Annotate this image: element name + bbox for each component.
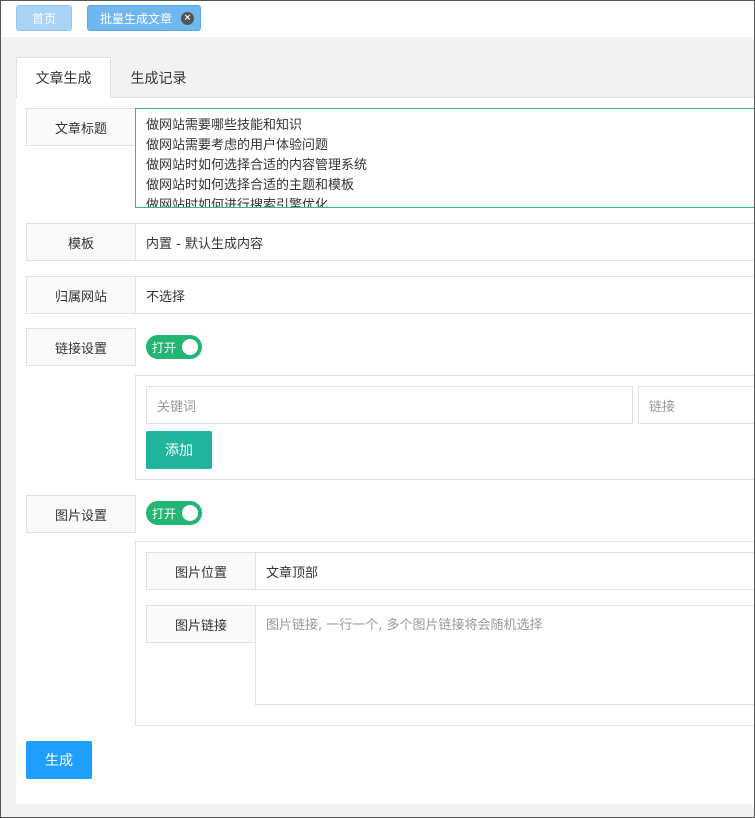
tab-batch-generate-label: 批量生成文章	[99, 11, 172, 26]
main-panel: 文章生成 生成记录 文章标题 做网站需要哪些技能和知识 做网站需要考虑的用户体验…	[16, 56, 754, 804]
template-label-text: 模板	[67, 236, 94, 252]
tab-home-label: 首页	[31, 11, 56, 26]
image-toggle-label: 打开	[152, 506, 177, 521]
keyword-input[interactable]: 关键词	[146, 386, 633, 424]
image-link-textarea[interactable]: 图片链接, 一行一个, 多个图片链接将会随机选择	[255, 605, 754, 705]
title-line: 做网站需要哪些技能和知识	[146, 118, 303, 133]
close-icon[interactable]: ×	[181, 12, 194, 25]
image-settings-panel: 图片位置 文章顶部 图片链接 图片链接, 一行一个, 多个图片链接将会随机选择	[135, 541, 754, 726]
top-tab-bar: 首页 批量生成文章 ×	[1, 1, 754, 37]
link-input[interactable]: 链接	[638, 386, 754, 424]
title-label: 文章标题	[26, 108, 136, 146]
link-settings-label: 链接设置	[26, 328, 136, 366]
tab-generate[interactable]: 文章生成	[16, 57, 111, 98]
link-settings-label-text: 链接设置	[54, 341, 107, 357]
tab-home[interactable]: 首页	[16, 5, 72, 31]
keyword-input-placeholder: 关键词	[157, 399, 197, 415]
add-link-button[interactable]: 添加	[146, 431, 212, 469]
site-label: 归属网站	[26, 276, 136, 314]
tab-divider	[111, 97, 754, 98]
link-toggle-label: 打开	[152, 340, 177, 355]
image-link-placeholder: 图片链接, 一行一个, 多个图片链接将会随机选择	[266, 618, 543, 633]
image-link-label: 图片链接	[146, 605, 256, 643]
generate-button-label: 生成	[45, 753, 73, 769]
site-select-value: 不选择	[146, 289, 186, 305]
image-toggle[interactable]: 打开	[146, 501, 202, 525]
image-position-value: 文章顶部	[266, 565, 319, 581]
link-settings-panel: 关键词 链接 添加	[135, 375, 754, 480]
site-label-text: 归属网站	[54, 289, 107, 305]
titles-textarea[interactable]: 做网站需要哪些技能和知识 做网站需要考虑的用户体验问题 做网站时如何选择合适的内…	[135, 108, 754, 208]
tab-batch-generate[interactable]: 批量生成文章 ×	[87, 5, 201, 31]
site-select[interactable]: 不选择	[135, 276, 754, 314]
app-frame: 首页 批量生成文章 × 文章生成 生成记录 文章标题 做网站需要哪些技能和知识 …	[0, 0, 755, 818]
image-settings-label: 图片设置	[26, 495, 136, 533]
tab-records-label: 生成记录	[130, 70, 187, 87]
image-position-label-text: 图片位置	[174, 565, 227, 581]
image-position-label: 图片位置	[146, 552, 256, 590]
inner-tab-strip: 文章生成 生成记录	[16, 56, 754, 98]
template-label: 模板	[26, 223, 136, 261]
toggle-knob	[182, 339, 198, 355]
link-toggle[interactable]: 打开	[146, 335, 202, 359]
title-line: 做网站时如何选择合适的内容管理系统	[146, 158, 368, 173]
add-link-button-label: 添加	[165, 443, 193, 459]
toggle-knob	[182, 505, 198, 521]
tab-records[interactable]: 生成记录	[116, 57, 201, 98]
image-position-select[interactable]: 文章顶部	[255, 552, 754, 590]
title-line: 做网站时如何选择合适的主题和模板	[146, 178, 355, 193]
template-select[interactable]: 内置 - 默认生成内容	[135, 223, 754, 261]
tab-generate-label: 文章生成	[35, 71, 92, 87]
title-label-text: 文章标题	[54, 121, 107, 137]
link-input-placeholder: 链接	[649, 399, 676, 415]
template-select-value: 内置 - 默认生成内容	[146, 236, 263, 252]
generate-button[interactable]: 生成	[26, 741, 92, 779]
image-link-label-text: 图片链接	[174, 618, 227, 634]
title-line: 做网站时如何进行搜索引擎优化	[146, 198, 329, 208]
title-line: 做网站需要考虑的用户体验问题	[146, 138, 329, 153]
image-settings-label-text: 图片设置	[54, 508, 107, 524]
